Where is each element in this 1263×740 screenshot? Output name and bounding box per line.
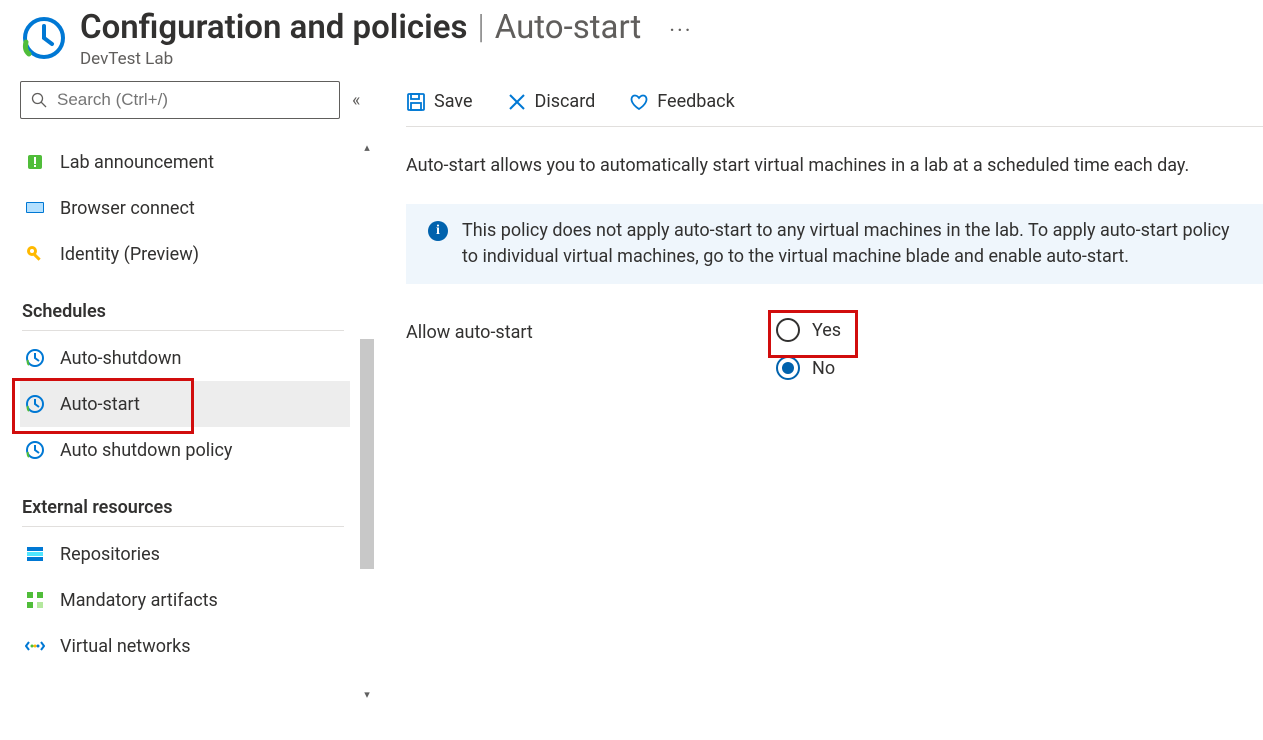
scrollbar-thumb[interactable]: [360, 339, 374, 569]
sidebar-item-label: Repositories: [60, 544, 160, 565]
save-button[interactable]: Save: [406, 91, 473, 112]
monitor-icon: [24, 197, 46, 219]
sidebar-item-auto-shutdown-policy[interactable]: Auto shutdown policy: [20, 427, 350, 473]
sidebar-item-auto-shutdown[interactable]: Auto-shutdown: [20, 335, 350, 381]
search-input[interactable]: [55, 89, 329, 111]
discard-label: Discard: [535, 91, 596, 112]
page-subtitle: Auto-start: [495, 8, 642, 47]
sidebar-item-label: Identity (Preview): [60, 244, 199, 265]
save-icon: [406, 92, 426, 112]
resource-type-caption: DevTest Lab: [80, 49, 693, 69]
info-icon: i: [428, 221, 448, 241]
announcement-icon: [24, 151, 46, 173]
sidebar-item-virtual-networks[interactable]: Virtual networks: [20, 623, 350, 669]
page-header: Configuration and policies | Auto-start …: [0, 0, 1263, 69]
sidebar-item-auto-start[interactable]: Auto-start: [20, 381, 350, 427]
title-separator: |: [477, 8, 484, 47]
clock-icon: [24, 393, 46, 415]
info-text: This policy does not apply auto-start to…: [462, 218, 1241, 270]
info-banner: i This policy does not apply auto-start …: [406, 204, 1263, 284]
search-icon: [31, 92, 47, 108]
collapse-sidebar-button[interactable]: «: [352, 90, 360, 111]
clock-icon: [24, 439, 46, 461]
sidebar-item-label: Auto shutdown policy: [60, 440, 232, 461]
search-box[interactable]: [20, 81, 340, 119]
sidebar-item-label: Auto-shutdown: [60, 348, 181, 369]
sidebar-section-external: External resources: [22, 497, 344, 527]
sidebar-item-lab-announcement[interactable]: Lab announcement: [20, 139, 350, 185]
repo-icon: [24, 543, 46, 565]
sidebar-scrollbar[interactable]: ▴ ▾: [358, 139, 376, 704]
sidebar-item-label: Browser connect: [60, 198, 195, 219]
scroll-down-icon[interactable]: ▾: [358, 686, 376, 704]
vnet-icon: [24, 635, 46, 657]
save-label: Save: [434, 91, 473, 112]
close-icon: [507, 92, 527, 112]
feedback-label: Feedback: [657, 91, 734, 112]
radio-yes-label: Yes: [812, 320, 841, 341]
sidebar-item-label: Virtual networks: [60, 636, 191, 657]
radio-no[interactable]: No: [776, 356, 841, 380]
radio-yes[interactable]: Yes: [776, 318, 841, 342]
more-actions-button[interactable]: ···: [669, 19, 692, 44]
toolbar: Save Discard Feedback: [406, 83, 1263, 127]
page-title: Configuration and policies: [80, 9, 467, 47]
sidebar-item-browser-connect[interactable]: Browser connect: [20, 185, 350, 231]
sidebar-item-label: Auto-start: [60, 394, 140, 415]
radio-no-label: No: [812, 358, 835, 379]
radio-circle-icon: [776, 318, 800, 342]
discard-button[interactable]: Discard: [507, 91, 596, 112]
sidebar-nav: Lab announcement Browser connect Identit…: [20, 139, 370, 704]
sidebar-section-schedules: Schedules: [22, 301, 344, 331]
sidebar-item-mandatory-artifacts[interactable]: Mandatory artifacts: [20, 577, 350, 623]
scroll-up-icon[interactable]: ▴: [358, 139, 376, 157]
sidebar-item-label: Lab announcement: [60, 152, 214, 173]
artifacts-icon: [24, 589, 46, 611]
clock-header-icon: [20, 14, 68, 62]
main-content: Save Discard Feedback Auto-start allows …: [370, 81, 1263, 731]
allow-auto-start-row: Allow auto-start Yes No: [406, 318, 1263, 380]
feedback-button[interactable]: Feedback: [629, 91, 734, 112]
key-icon: [24, 243, 46, 265]
allow-auto-start-label: Allow auto-start: [406, 318, 776, 343]
sidebar-item-identity[interactable]: Identity (Preview): [20, 231, 350, 277]
clock-icon: [24, 347, 46, 369]
heart-icon: [629, 92, 649, 112]
sidebar-item-label: Mandatory artifacts: [60, 590, 218, 611]
allow-auto-start-radio-group: Yes No: [776, 318, 841, 380]
radio-circle-icon: [776, 356, 800, 380]
sidebar: « Lab announcement Browser connect: [0, 81, 370, 731]
sidebar-item-repositories[interactable]: Repositories: [20, 531, 350, 577]
description-text: Auto-start allows you to automatically s…: [406, 155, 1263, 176]
